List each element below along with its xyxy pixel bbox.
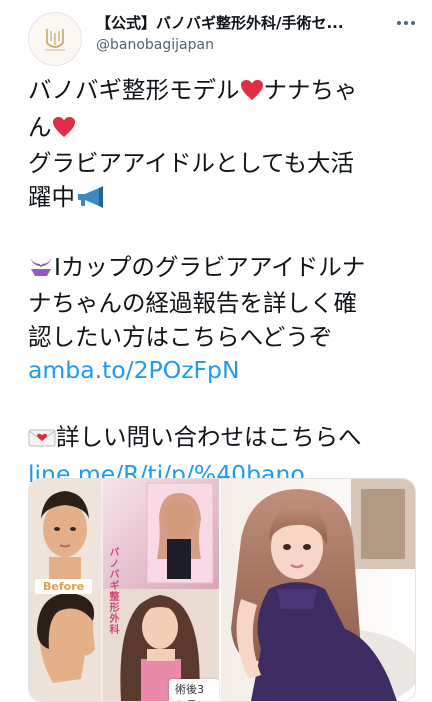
before-after-image[interactable]: Before バノバギ整形外科 術後3か月 bbox=[29, 479, 219, 701]
tweet-line: Iカップのグラビアアイドルナ bbox=[28, 251, 412, 288]
tweet-line: 認したい方はこちらへどうぞ bbox=[28, 322, 333, 351]
portrait-photo bbox=[221, 479, 415, 701]
bikini-emoji-icon bbox=[28, 254, 54, 288]
user-handle[interactable]: @banobagijapan bbox=[96, 37, 214, 53]
after-caption: 術後3か月 bbox=[169, 679, 219, 701]
tweet-line: amba.to/2POzFpN bbox=[28, 354, 412, 388]
tweet-line: ナちゃんの経過報告を詳しく確 bbox=[28, 289, 357, 317]
avatar[interactable] bbox=[28, 12, 82, 66]
display-name[interactable]: 【公式】バノバギ整形外科/手術セ... bbox=[96, 12, 376, 33]
tweet-line: バノバギ整形モデル ナナちゃ bbox=[28, 74, 412, 111]
tweet-text: バノバギ整形モデル ナナちゃ ん グラビアアイドルとしても大活 躍中 Iカップのグ… bbox=[28, 74, 412, 491]
tweet-line: 躍中 bbox=[28, 181, 412, 218]
tweet-text-segment: ナナちゃ bbox=[263, 76, 358, 104]
tweet-text-segment: Iカップのグラビアアイドルナ bbox=[54, 252, 366, 281]
red-heart-emoji-icon bbox=[240, 77, 264, 111]
tweet-text-segment: バノバギ整形モデル bbox=[28, 76, 240, 104]
tweet-text-segment: 躍中 bbox=[28, 182, 75, 211]
tweet-line: ん bbox=[28, 111, 412, 148]
red-heart-emoji-icon bbox=[52, 114, 76, 148]
tweet-text-segment: ん bbox=[28, 112, 52, 141]
tweet-line: 詳しい問い合わせはこちらへ bbox=[28, 421, 412, 458]
tweet-text-segment: 詳しい問い合わせはこちらへ bbox=[56, 423, 362, 451]
ameba-link[interactable]: amba.to/2POzFpN bbox=[28, 356, 240, 384]
tweet-line: グラビアアイドルとしても大活 bbox=[28, 149, 354, 177]
tweet-header: 【公式】バノバギ整形外科/手術セ... @banobagijapan bbox=[0, 0, 432, 68]
megaphone-emoji-icon bbox=[75, 184, 105, 218]
love-letter-emoji-icon bbox=[28, 424, 56, 458]
before-label: Before bbox=[35, 579, 93, 594]
clinic-logo-icon bbox=[45, 29, 65, 51]
more-options-button[interactable] bbox=[393, 10, 419, 36]
tweet-media: Before バノバギ整形外科 術後3か月 bbox=[28, 478, 416, 702]
portrait-image[interactable] bbox=[221, 479, 415, 701]
more-horizontal-icon bbox=[397, 21, 415, 25]
clinic-vertical-label: バノバギ整形外科 bbox=[107, 547, 118, 635]
